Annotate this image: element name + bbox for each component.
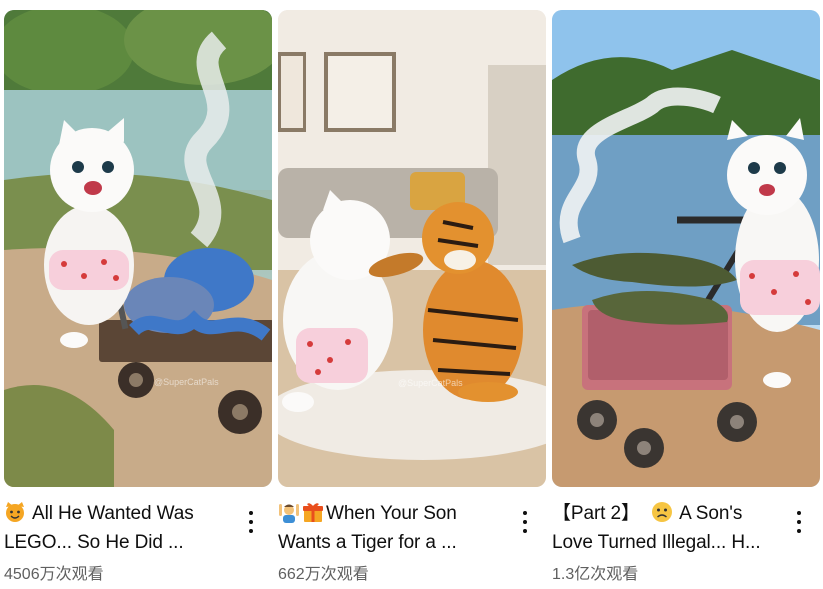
video-card-1[interactable]: @SuperCatPals All He Wanted Was LEGO... … [4,10,272,585]
video-title[interactable]: All He Wanted Was LEGO... So He Did ... [4,499,232,557]
thumbnail-watermark: @SuperCatPals [154,377,219,387]
person-raising-hands-emoji-icon [279,504,299,523]
video-title-line1: All He Wanted Was [32,503,194,524]
more-options-icon[interactable] [788,508,810,536]
thumbnail-kitten-tiger: @SuperCatPals [278,10,546,487]
video-card-3[interactable]: 【Part 2】 A Son's Love Turned Illegal... … [552,10,820,585]
gift-emoji-icon [303,503,323,522]
thumbnail-watermark: @SuperCatPals [398,378,463,388]
view-count: 1.3亿次观看 [552,566,639,583]
video-title-line1: A Son's [679,503,743,524]
cat-face-emoji-icon [6,502,24,522]
video-thumbnail[interactable] [552,10,820,487]
view-count: 662万次观看 [278,566,369,583]
video-title-part-label: 【Part 2】 [552,503,640,524]
video-title-line1: When Your Son [326,503,457,524]
more-options-icon[interactable] [514,508,536,536]
video-card-2[interactable]: @SuperCatPals When Your Son Wants a Tige… [278,10,546,585]
video-title-line2: Love Turned Illegal... H... [552,532,761,553]
video-thumbnail[interactable]: @SuperCatPals [4,10,272,487]
sad-face-emoji-icon [652,502,673,522]
video-title[interactable]: When Your Son Wants a Tiger for a ... [278,499,506,557]
view-count: 4506万次观看 [4,566,104,583]
thumbnail-kitten-octopus-cart: @SuperCatPals [4,10,272,487]
video-title[interactable]: 【Part 2】 A Son's Love Turned Illegal... … [552,499,780,557]
video-title-line2: LEGO... So He Did ... [4,532,184,553]
video-title-line2: Wants a Tiger for a ... [278,532,457,553]
video-thumbnail[interactable]: @SuperCatPals [278,10,546,487]
thumbnail-kitten-crocodile-stroller [552,10,820,487]
more-options-icon[interactable] [240,508,262,536]
